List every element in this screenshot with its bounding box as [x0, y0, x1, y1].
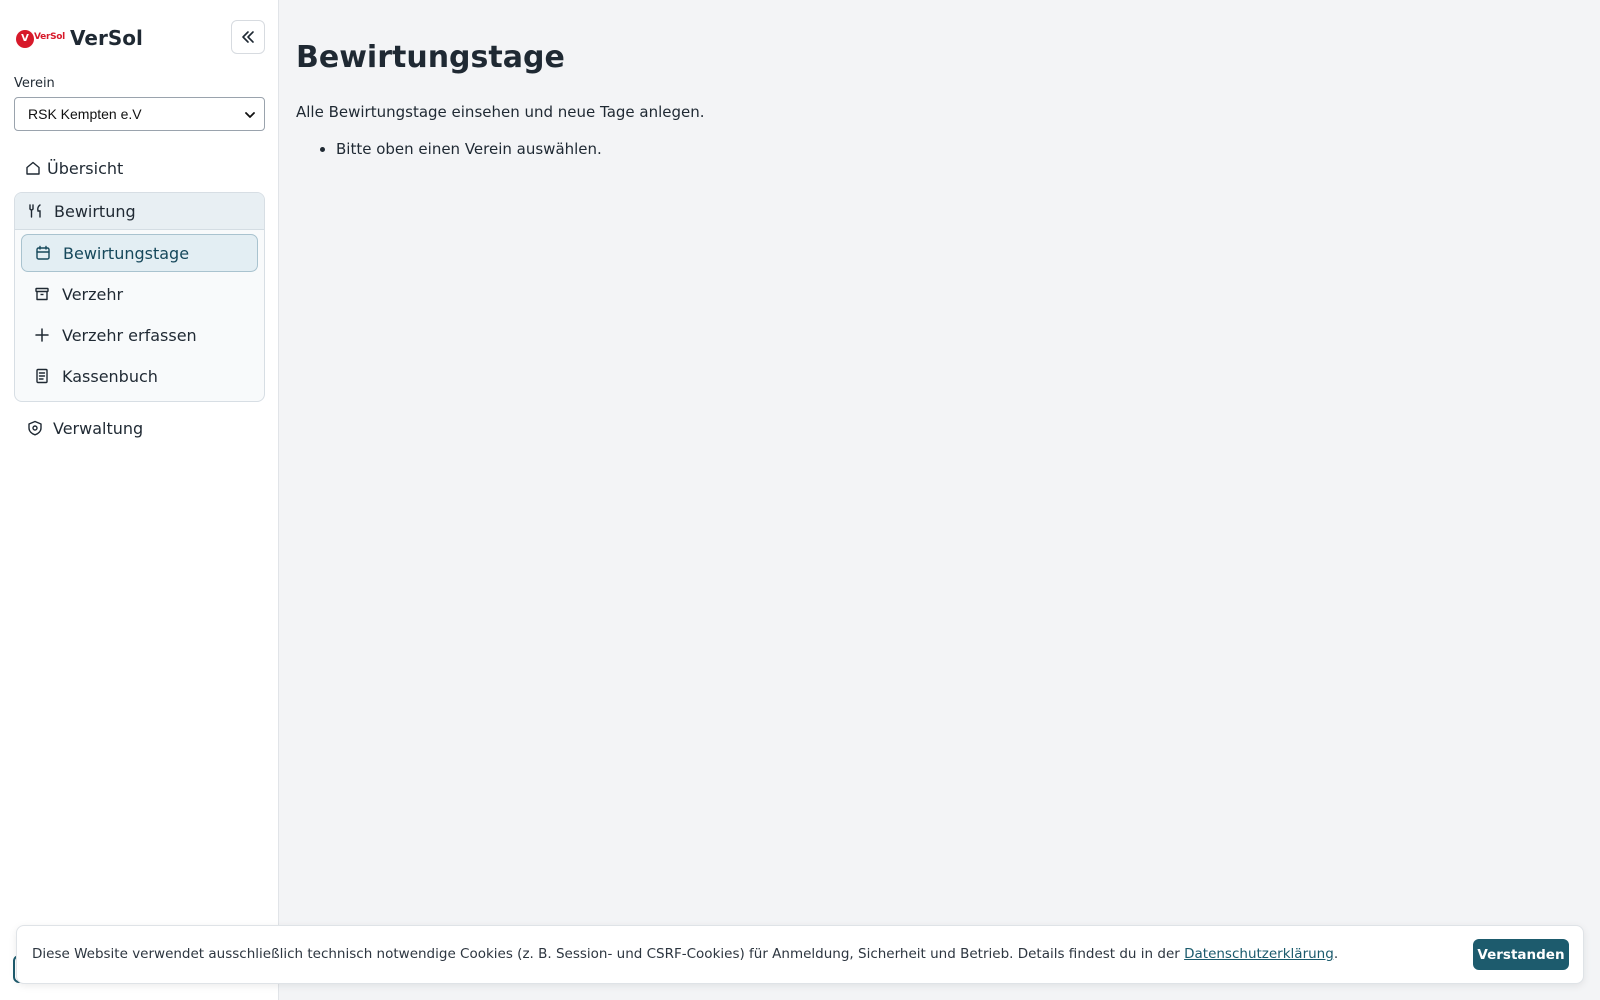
- sidebar-item-verzehr[interactable]: Verzehr: [21, 275, 258, 313]
- utensils-icon: [27, 202, 45, 220]
- document-icon: [33, 367, 51, 385]
- chevrons-left-icon: [242, 31, 254, 43]
- club-select-value: RSK Kempten e.V: [28, 106, 142, 122]
- nav-item-uebersicht[interactable]: Übersicht: [24, 155, 123, 181]
- logo: V VerSol: [14, 23, 65, 53]
- archive-icon: [33, 285, 51, 303]
- calendar-icon: [34, 244, 52, 262]
- club-select[interactable]: RSK Kempten e.V: [14, 97, 265, 131]
- cookie-message: Diese Website verwendet ausschließlich t…: [32, 946, 1185, 962]
- hint-list: Bitte oben einen Verein auswählen.: [336, 140, 602, 158]
- app-root: V VerSol VerSol Verein RSK Kempten e.V Ü…: [0, 0, 1600, 1000]
- brand[interactable]: V VerSol VerSol: [14, 22, 143, 54]
- logo-text: VerSol: [34, 32, 65, 42]
- sidebar-item-label: Verzehr erfassen: [62, 325, 197, 345]
- cookie-message-end: .: [1333, 946, 1339, 962]
- sidebar-item-verzehr-erfassen[interactable]: Verzehr erfassen: [21, 316, 258, 354]
- list-item: Bitte oben einen Verein auswählen.: [336, 140, 602, 158]
- sidebar-item-kassenbuch[interactable]: Kassenbuch: [21, 357, 258, 395]
- club-label: Verein: [14, 76, 55, 91]
- nav-item-label: Übersicht: [47, 158, 124, 178]
- sidebar-item-bewirtungstage[interactable]: Bewirtungstage: [21, 234, 258, 272]
- chevron-down-icon: [245, 112, 255, 118]
- nav-item-label: Verwaltung: [53, 418, 144, 438]
- nav-item-verwaltung[interactable]: Verwaltung: [26, 415, 143, 441]
- nav-item-bewirtung[interactable]: Bewirtung: [15, 193, 264, 230]
- collapse-sidebar-button[interactable]: [231, 20, 265, 54]
- page-title: Bewirtungstage: [296, 40, 565, 75]
- sidebar-item-label: Verzehr: [62, 284, 124, 304]
- sidebar: V VerSol VerSol Verein RSK Kempten e.V Ü…: [0, 0, 279, 1000]
- shield-icon: [26, 419, 44, 437]
- privacy-policy-link[interactable]: Datenschutzerklärung: [1184, 946, 1334, 962]
- main-content: Bewirtungstage Alle Bewirtungstage einse…: [280, 0, 1600, 1000]
- cookie-banner: Diese Website verwendet ausschließlich t…: [16, 925, 1584, 984]
- page-description: Alle Bewirtungstage einsehen und neue Ta…: [296, 103, 705, 121]
- app-title: VerSol: [70, 26, 143, 50]
- cookie-text: Diese Website verwendet ausschließlich t…: [32, 946, 1338, 962]
- plus-icon: [33, 326, 51, 344]
- nav-item-label: Bewirtung: [54, 201, 136, 221]
- accept-cookies-button[interactable]: Verstanden: [1473, 939, 1569, 970]
- sidebar-item-label: Kassenbuch: [62, 366, 158, 386]
- sidebar-item-label: Bewirtungstage: [63, 243, 190, 263]
- logo-mark: V: [16, 30, 34, 48]
- home-icon: [24, 159, 42, 177]
